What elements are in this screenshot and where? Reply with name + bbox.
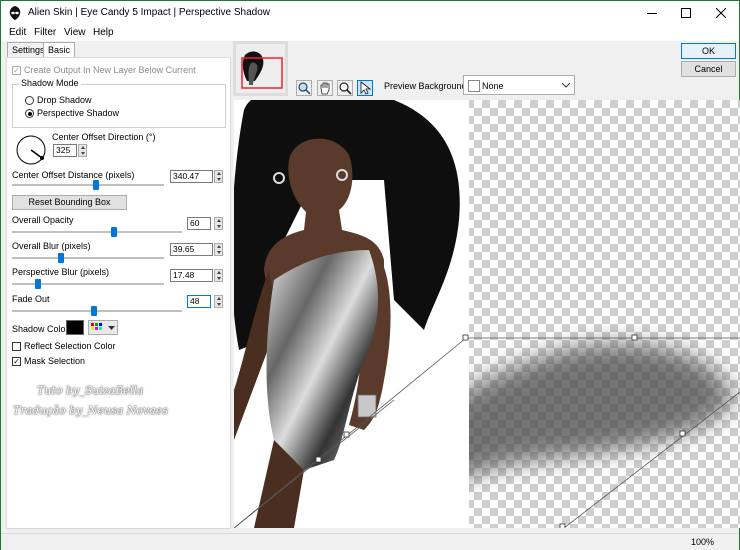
fade-out-thumb[interactable] (90, 306, 97, 316)
shadow-color-label: Shadow Color (12, 324, 69, 334)
overall-opacity-input[interactable]: 60 (187, 217, 211, 230)
plugin-window: Alien Skin | Eye Candy 5 Impact | Perspe… (0, 0, 740, 550)
transparency-swatch-icon (468, 80, 480, 92)
chevron-down-icon (108, 326, 115, 330)
shadow-mode-group (12, 84, 226, 128)
zoom-fit-tool[interactable] (296, 80, 312, 96)
overall-blur-thumb[interactable] (57, 253, 64, 263)
alien-skin-icon (9, 6, 21, 20)
preview-background-label: Preview Background: (384, 81, 470, 91)
overall-blur-input[interactable]: 39.65 (170, 243, 213, 256)
status-bar: 100% (1, 533, 739, 550)
palette-grid-icon (91, 323, 102, 330)
arrow-pointer-icon (360, 81, 372, 95)
center-offset-distance-thumb[interactable] (92, 180, 99, 190)
center-offset-distance-spinner[interactable] (214, 170, 223, 183)
shadow-mode-label: Shadow Mode (19, 78, 81, 88)
overall-opacity-thumb[interactable] (111, 227, 117, 237)
minimize-icon (647, 12, 657, 14)
ok-button[interactable]: OK (681, 43, 736, 59)
perspective-shadow-radio[interactable] (25, 109, 34, 118)
menu-bar: Edit Filter View Help (1, 25, 739, 41)
overall-blur-label: Overall Blur (pixels) (12, 241, 91, 251)
perspective-blur-input[interactable]: 17.48 (170, 269, 213, 282)
chevron-down-icon (562, 83, 570, 88)
create-output-label: Create Output In New Layer Below Current (24, 65, 196, 75)
overall-blur-track[interactable] (12, 257, 164, 259)
window-title: Alien Skin | Eye Candy 5 Impact | Perspe… (28, 7, 270, 18)
overall-opacity-label: Overall Opacity (12, 215, 74, 225)
mask-selection-label: Mask Selection (24, 356, 86, 366)
watermark-line-2: Tradução by_Neusa Novaes (13, 404, 168, 417)
hand-icon (320, 82, 330, 95)
center-offset-direction-spinner[interactable] (78, 144, 87, 157)
mask-selection-checkbox[interactable]: ✓ (12, 357, 21, 366)
perspective-blur-label: Perspective Blur (pixels) (12, 267, 110, 277)
menu-filter[interactable]: Filter (34, 27, 56, 38)
direction-dial[interactable] (15, 134, 47, 166)
close-icon (716, 8, 726, 18)
reflect-selection-color-checkbox[interactable] (12, 342, 21, 351)
fade-out-input[interactable]: 48 (187, 295, 211, 308)
preview-background-select[interactable]: None (463, 75, 575, 95)
reflect-selection-color-label: Reflect Selection Color (24, 341, 116, 351)
pointer-tool[interactable] (357, 80, 373, 96)
menu-help[interactable]: Help (93, 27, 114, 38)
hand-tool[interactable] (317, 80, 333, 96)
fade-out-label: Fade Out (12, 294, 50, 304)
color-palette-button[interactable] (88, 320, 118, 335)
shadow-color-swatch[interactable] (66, 320, 84, 335)
perspective-blur-thumb[interactable] (34, 279, 41, 289)
close-button[interactable] (704, 1, 738, 25)
preview-canvas[interactable] (234, 100, 740, 528)
navigator-thumbnail[interactable] (233, 41, 288, 96)
overall-opacity-track[interactable] (12, 231, 182, 233)
preview-background-value: None (482, 81, 504, 91)
overall-opacity-spinner[interactable] (214, 217, 223, 230)
drop-shadow-radio[interactable] (25, 96, 34, 105)
maximize-button[interactable] (669, 1, 703, 25)
center-offset-distance-label: Center Offset Distance (pixels) (12, 170, 135, 180)
center-offset-direction-label: Center Offset Direction (°) (52, 132, 156, 142)
title-bar: Alien Skin | Eye Candy 5 Impact | Perspe… (1, 1, 739, 25)
zoom-tool[interactable] (337, 80, 353, 96)
zoom-level: 100% (691, 537, 715, 547)
perspective-shadow-label: Perspective Shadow (37, 108, 120, 118)
zoom-fit-icon (298, 82, 311, 95)
perspective-blur-spinner[interactable] (214, 269, 223, 282)
create-output-checkbox[interactable]: ✓ (12, 66, 21, 75)
cancel-button[interactable]: Cancel (681, 61, 736, 77)
menu-edit[interactable]: Edit (9, 27, 26, 38)
fade-out-spinner[interactable] (214, 295, 223, 308)
center-offset-distance-track[interactable] (12, 184, 164, 186)
basic-panel: ✓ Create Output In New Layer Below Curre… (6, 57, 231, 529)
overall-blur-spinner[interactable] (214, 243, 223, 256)
preview-image (234, 100, 740, 528)
drop-shadow-label: Drop Shadow (37, 95, 92, 105)
maximize-icon (681, 8, 691, 18)
minimize-button[interactable] (635, 1, 669, 25)
watermark-line-1: Tuto by_SuizaBella (37, 384, 144, 397)
menu-view[interactable]: View (64, 27, 86, 38)
reset-bounding-box-button[interactable]: Reset Bounding Box (12, 195, 127, 210)
fade-out-track[interactable] (12, 310, 182, 312)
thumbnail-image (233, 41, 288, 96)
center-offset-distance-input[interactable]: 340.47 (170, 170, 213, 183)
center-offset-direction-input[interactable]: 325 (53, 144, 77, 157)
magnifier-icon (339, 82, 352, 95)
